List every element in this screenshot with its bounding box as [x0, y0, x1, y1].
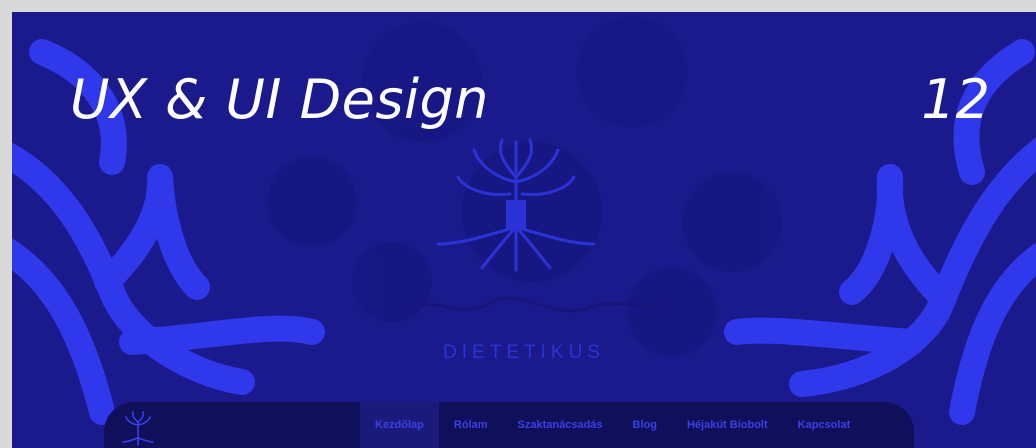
brand-label: DIETETIKUS: [443, 342, 605, 363]
slide-number: 12: [921, 68, 990, 131]
slide-title: UX & UI Design: [70, 68, 490, 131]
signature-decoration: [410, 296, 663, 314]
nav-item-blog[interactable]: Blog: [618, 402, 672, 448]
nav-menu: Kezdőlap Rólam Szaktanácsadás Blog Héjak…: [360, 402, 865, 448]
tree-trunk: [506, 200, 526, 230]
site-navbar: Kezdőlap Rólam Szaktanácsadás Blog Héjak…: [104, 402, 914, 448]
nav-item-kezdolap[interactable]: Kezdőlap: [360, 402, 439, 448]
nav-item-szaktanacsadas[interactable]: Szaktanácsadás: [503, 402, 618, 448]
slide-frame: UX & UI Design 12 DIETETIKUS Kezdőlap Ró…: [12, 12, 1036, 448]
tree-icon[interactable]: [118, 408, 158, 448]
nav-item-biobolt[interactable]: Héjakút Biobolt: [672, 402, 783, 448]
nav-item-rolam[interactable]: Rólam: [439, 402, 503, 448]
nav-item-kapcsolat[interactable]: Kapcsolat: [783, 402, 866, 448]
